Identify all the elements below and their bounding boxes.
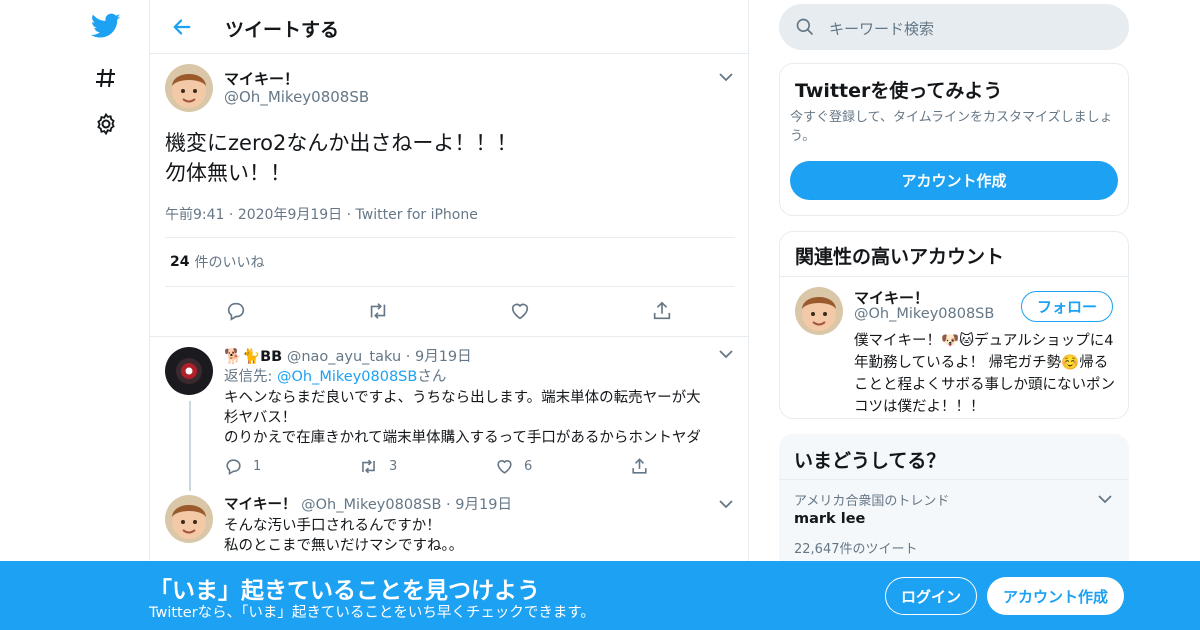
- avatar[interactable]: [795, 287, 843, 335]
- related-accounts-card: 関連性の高いアカウント マイキー！ @Oh_Mikey0808SB フォロー 僕…: [779, 231, 1129, 419]
- reply-header: マイキー！ @Oh_Mikey0808SB · 9月19日: [224, 495, 729, 515]
- author-name[interactable]: マイキー！: [224, 497, 297, 513]
- author-name[interactable]: マイキー！: [224, 68, 299, 89]
- follow-button[interactable]: フォロー: [1021, 291, 1113, 322]
- reply-count: 1: [253, 459, 262, 474]
- avatar[interactable]: [165, 64, 213, 112]
- avatar[interactable]: [165, 347, 213, 395]
- tweet-time[interactable]: 午前9:41: [165, 207, 224, 223]
- reply-actions: 1 3 6: [224, 457, 729, 479]
- divider: [779, 479, 1129, 480]
- search-box[interactable]: キーワード検索: [779, 4, 1129, 50]
- reply-body: 🐕🐈BB @nao_ayu_taku · 9月19日 返信先: @Oh_Mike…: [224, 347, 729, 448]
- retweet-button[interactable]: [366, 299, 390, 323]
- chevron-down-icon[interactable]: [717, 68, 735, 86]
- reply-to: 返信先: @Oh_Mikey0808SBさん: [224, 367, 729, 387]
- banner-subtitle: Twitterなら、「いま」起きていることをいち早くチェックできます。: [149, 605, 595, 621]
- like-button[interactable]: 6: [495, 457, 532, 476]
- signup-button[interactable]: アカウント作成: [987, 577, 1124, 615]
- chevron-down-icon[interactable]: [1096, 490, 1114, 508]
- reply-text-line: キヘンならまだ良いですよ、うちなら出します。端末単体の転売ヤーが大: [224, 390, 701, 406]
- separator-dot: ·: [346, 207, 356, 223]
- retweet-icon: [362, 459, 375, 474]
- reply-text-line: 私のとこまで無いだけマシですね。。: [224, 538, 464, 554]
- back-button[interactable]: [168, 13, 196, 41]
- heart-icon: [511, 303, 529, 320]
- thread-line: [189, 401, 191, 491]
- create-account-button[interactable]: アカウント作成: [790, 161, 1118, 200]
- heart-icon: [497, 460, 512, 474]
- reply-text-line: 杉ヤバス！: [224, 410, 297, 426]
- separator-dot: ·: [228, 207, 238, 223]
- share-icon: [653, 301, 671, 320]
- login-button[interactable]: ログイン: [885, 577, 977, 615]
- tweet-meta: 午前9:41 · 2020年9月19日 · Twitter for iPhone: [165, 204, 478, 224]
- likes-row[interactable]: 24 件のいいね: [165, 237, 735, 287]
- trends-card: いまどうしてる？ アメリカ合衆国のトレンド mark lee 22,647件のツ…: [779, 434, 1129, 574]
- related-card-title: 関連性の高いアカウント: [795, 246, 1005, 268]
- reply-to-suffix: さん: [417, 369, 447, 385]
- main-column: ツイートする マイキー！ @Oh_Mikey0808SB 機変にzero2なんか…: [149, 0, 749, 630]
- divider: [150, 336, 748, 337]
- separator-dot: ·: [405, 349, 415, 365]
- trends-card-title: いまどうしてる？: [794, 450, 946, 472]
- page-title: ツイートする: [225, 19, 340, 41]
- account-bio: 僕マイキー！🐶🐱デュアルショップに4年勤務しているよ！ 帰宅ガチ勢☺️帰ることと…: [854, 333, 1115, 415]
- share-button[interactable]: [650, 299, 674, 323]
- main-header: ツイートする: [150, 0, 748, 54]
- tweet-source: Twitter for iPhone: [355, 207, 478, 223]
- like-button[interactable]: [508, 299, 532, 323]
- reply-to-link[interactable]: @Oh_Mikey0808SB: [277, 369, 417, 385]
- tweet-actions: [165, 289, 735, 335]
- likes-count: 24: [170, 254, 190, 270]
- reply-icon: [227, 302, 245, 321]
- reply-body: マイキー！ @Oh_Mikey0808SB · 9月19日 そんな汚い手口される…: [224, 495, 729, 556]
- chevron-down-icon[interactable]: [717, 345, 735, 363]
- search-input[interactable]: キーワード検索: [829, 18, 934, 39]
- twitter-bird-icon[interactable]: [86, 6, 126, 46]
- author-handle[interactable]: @Oh_Mikey0808SB: [224, 88, 369, 106]
- retweet-button[interactable]: 3: [358, 457, 397, 476]
- likes-label: 件のいいね: [194, 255, 265, 271]
- reply-to-prefix: 返信先:: [224, 369, 277, 385]
- account-name[interactable]: マイキー！: [854, 287, 929, 308]
- reply-text-line: そんな汚い手口されるんですか！: [224, 518, 441, 534]
- search-icon: [795, 17, 815, 41]
- reply-button[interactable]: 1: [224, 457, 261, 476]
- reply-date[interactable]: 9月19日: [455, 497, 512, 513]
- gear-icon[interactable]: [86, 104, 126, 144]
- account-handle[interactable]: @Oh_Mikey0808SB: [854, 306, 994, 322]
- share-button[interactable]: [630, 457, 659, 476]
- retweet-count: 3: [389, 459, 398, 474]
- author-handle[interactable]: @Oh_Mikey0808SB: [301, 497, 441, 513]
- signup-card-description: 今すぐ登録して、タイムラインをカスタマイズしましょう。: [790, 110, 1113, 144]
- bottom-banner: 「いま」起きていることを見つけよう Twitterなら、「いま」起きていることを…: [0, 561, 1200, 630]
- separator-dot: ·: [446, 497, 456, 513]
- chevron-down-icon[interactable]: [717, 495, 735, 513]
- reply-text-line: のりかえで在庫きかれて端末単体購入するって手口があるからホントヤダ: [224, 430, 701, 446]
- reply-button[interactable]: [224, 299, 248, 323]
- share-icon: [632, 458, 647, 474]
- reply-icon: [226, 459, 241, 476]
- avatar[interactable]: [165, 495, 213, 543]
- signup-card: Twitterを使ってみよう 今すぐ登録して、タイムラインをカスタマイズしましょ…: [779, 63, 1129, 216]
- like-count: 6: [524, 459, 533, 474]
- author-name[interactable]: 🐕🐈BB: [224, 349, 282, 365]
- hashtag-icon[interactable]: [86, 58, 126, 98]
- trend-topic[interactable]: mark lee: [794, 511, 865, 527]
- arrow-left-icon: [173, 19, 191, 35]
- reply-header: 🐕🐈BB @nao_ayu_taku · 9月19日: [224, 347, 729, 367]
- signup-card-title: Twitterを使ってみよう: [795, 80, 1003, 102]
- divider: [780, 276, 1128, 277]
- trend-context: アメリカ合衆国のトレンド: [794, 494, 950, 509]
- tweet-text: 機変にzero2なんか出さねーよ！！！ 勿体無い！！: [165, 131, 518, 185]
- banner-title: 「いま」起きていることを見つけよう: [149, 578, 540, 604]
- reply-date[interactable]: 9月19日: [415, 349, 472, 365]
- tweet-date[interactable]: 2020年9月19日: [238, 207, 342, 223]
- trend-count: 22,647件のツイート: [794, 542, 918, 557]
- retweet-icon: [370, 303, 386, 319]
- author-handle[interactable]: @nao_ayu_taku: [287, 349, 401, 365]
